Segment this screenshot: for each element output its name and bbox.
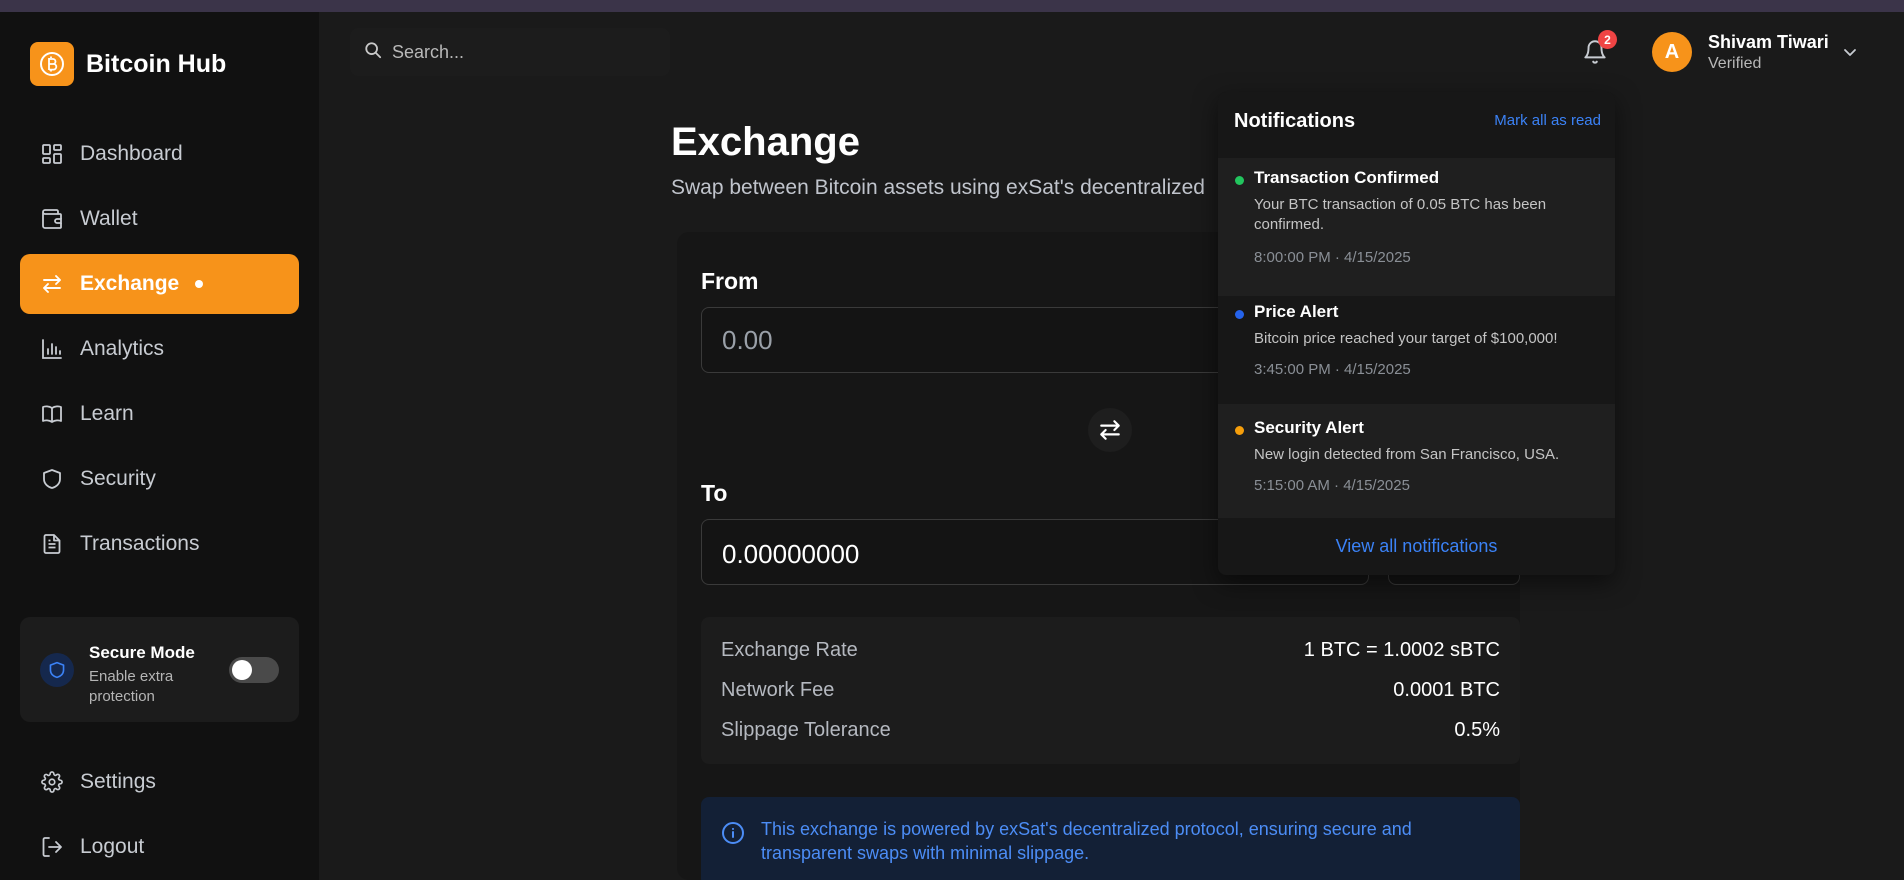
info-row-network-fee: Network Fee 0.0001 BTC [721, 679, 1500, 702]
notification-count-badge: 2 [1598, 30, 1617, 49]
user-status: Verified [1708, 55, 1762, 72]
from-label: From [701, 268, 759, 294]
page-title: Exchange [671, 120, 860, 164]
info-key: Slippage Tolerance [721, 719, 891, 741]
sidebar-item-label: Dashboard [80, 142, 183, 165]
sidebar-item-label: Security [80, 467, 156, 490]
notification-time: 8:00:00 PM · 4/15/2025 [1254, 249, 1411, 266]
search-input[interactable] [392, 41, 652, 63]
window-top-strip [0, 0, 1904, 12]
sidebar-item-dashboard[interactable]: Dashboard [20, 124, 299, 184]
chevron-down-icon[interactable] [1842, 44, 1858, 60]
info-value: 0.5% [1454, 719, 1500, 741]
info-value: 1 BTC = 1.0002 sBTC [1303, 639, 1500, 661]
sidebar-bottom-nav: Settings Logout [20, 752, 299, 880]
document-icon [40, 532, 64, 556]
notification-item[interactable]: Price Alert Bitcoin price reached your t… [1218, 296, 1615, 396]
secure-mode-subtitle: Enable extra protection [89, 668, 174, 705]
exchange-info-table: Exchange Rate 1 BTC = 1.0002 sBTC Networ… [701, 617, 1520, 764]
secure-shield-icon [40, 653, 74, 687]
sidebar: Bitcoin Hub Dashboard Wallet Exchange An… [0, 12, 319, 880]
sidebar-item-wallet[interactable]: Wallet [20, 189, 299, 249]
notice-text: This exchange is powered by exSat's dece… [761, 819, 1412, 863]
active-indicator-dot [195, 280, 204, 288]
to-label: To [701, 480, 728, 506]
info-key: Exchange Rate [721, 639, 858, 661]
brand-name: Bitcoin Hub [86, 49, 227, 78]
exchange-icon [40, 272, 64, 296]
user-name[interactable]: Shivam Tiwari [1708, 32, 1829, 53]
notification-item[interactable]: Security Alert New login detected from S… [1218, 404, 1615, 518]
bitcoin-logo-icon [30, 42, 74, 86]
toggle-knob [232, 660, 252, 680]
search-icon [364, 41, 382, 64]
notification-title: Transaction Confirmed [1254, 168, 1440, 187]
sidebar-item-label: Transactions [80, 532, 200, 555]
sidebar-item-label: Logout [80, 835, 145, 858]
to-amount-value: 0.00000000 [722, 539, 860, 569]
view-all-notifications-link[interactable]: View all notifications [1218, 536, 1615, 557]
page-subtitle: Swap between Bitcoin assets using exSat'… [671, 176, 1205, 199]
sidebar-item-label: Learn [80, 402, 134, 425]
protocol-notice: This exchange is powered by exSat's dece… [701, 797, 1520, 880]
user-avatar[interactable]: A [1652, 32, 1692, 72]
notification-message: Bitcoin price reached your target of $10… [1254, 330, 1558, 347]
info-value: 0.0001 BTC [1393, 679, 1500, 701]
notification-message: Your BTC transaction of 0.05 BTC has bee… [1254, 196, 1547, 233]
info-row-exchange-rate: Exchange Rate 1 BTC = 1.0002 sBTC [721, 639, 1500, 662]
brand[interactable]: Bitcoin Hub [30, 42, 226, 86]
status-dot [1235, 426, 1244, 435]
mark-all-read-link[interactable]: Mark all as read [1494, 112, 1601, 129]
sidebar-item-label: Analytics [80, 337, 165, 360]
logout-icon [40, 835, 64, 859]
sidebar-item-label: Settings [80, 770, 156, 793]
secure-mode-card: Secure Mode Enable extra protection [20, 617, 299, 722]
sidebar-item-label: Wallet [80, 207, 138, 230]
status-dot [1235, 310, 1244, 319]
sidebar-item-security[interactable]: Security [20, 449, 299, 509]
sidebar-item-exchange[interactable]: Exchange [20, 254, 299, 314]
notification-time: 3:45:00 PM · 4/15/2025 [1254, 361, 1411, 378]
notification-title: Security Alert [1254, 418, 1364, 437]
sidebar-item-learn[interactable]: Learn [20, 384, 299, 444]
info-row-slippage: Slippage Tolerance 0.5% [721, 719, 1500, 742]
sidebar-item-transactions[interactable]: Transactions [20, 514, 299, 574]
search-bar[interactable] [350, 28, 670, 76]
notifications-dropdown: Notifications Mark all as read Transacti… [1218, 92, 1615, 575]
sidebar-item-settings[interactable]: Settings [20, 752, 299, 812]
status-dot [1235, 176, 1244, 185]
sidebar-nav: Dashboard Wallet Exchange Analytics Lear… [20, 124, 299, 579]
sidebar-item-label: Exchange [80, 272, 180, 295]
shield-icon [40, 467, 64, 491]
sidebar-item-logout[interactable]: Logout [20, 817, 299, 877]
dashboard-icon [40, 142, 64, 166]
notification-item[interactable]: Transaction Confirmed Your BTC transacti… [1218, 158, 1615, 296]
notification-message: New login detected from San Francisco, U… [1254, 446, 1560, 463]
notification-time: 5:15:00 AM · 4/15/2025 [1254, 477, 1410, 494]
info-icon [721, 821, 745, 845]
analytics-icon [40, 337, 64, 361]
secure-mode-toggle[interactable] [229, 657, 279, 683]
book-icon [40, 402, 64, 426]
wallet-icon [40, 207, 64, 231]
gear-icon [40, 770, 64, 794]
swap-direction-button[interactable] [1088, 408, 1132, 452]
swap-arrows-icon [1100, 420, 1120, 440]
secure-mode-title: Secure Mode [89, 643, 195, 662]
info-key: Network Fee [721, 679, 835, 701]
notifications-title: Notifications [1234, 110, 1356, 132]
notification-title: Price Alert [1254, 302, 1339, 321]
sidebar-item-analytics[interactable]: Analytics [20, 319, 299, 379]
